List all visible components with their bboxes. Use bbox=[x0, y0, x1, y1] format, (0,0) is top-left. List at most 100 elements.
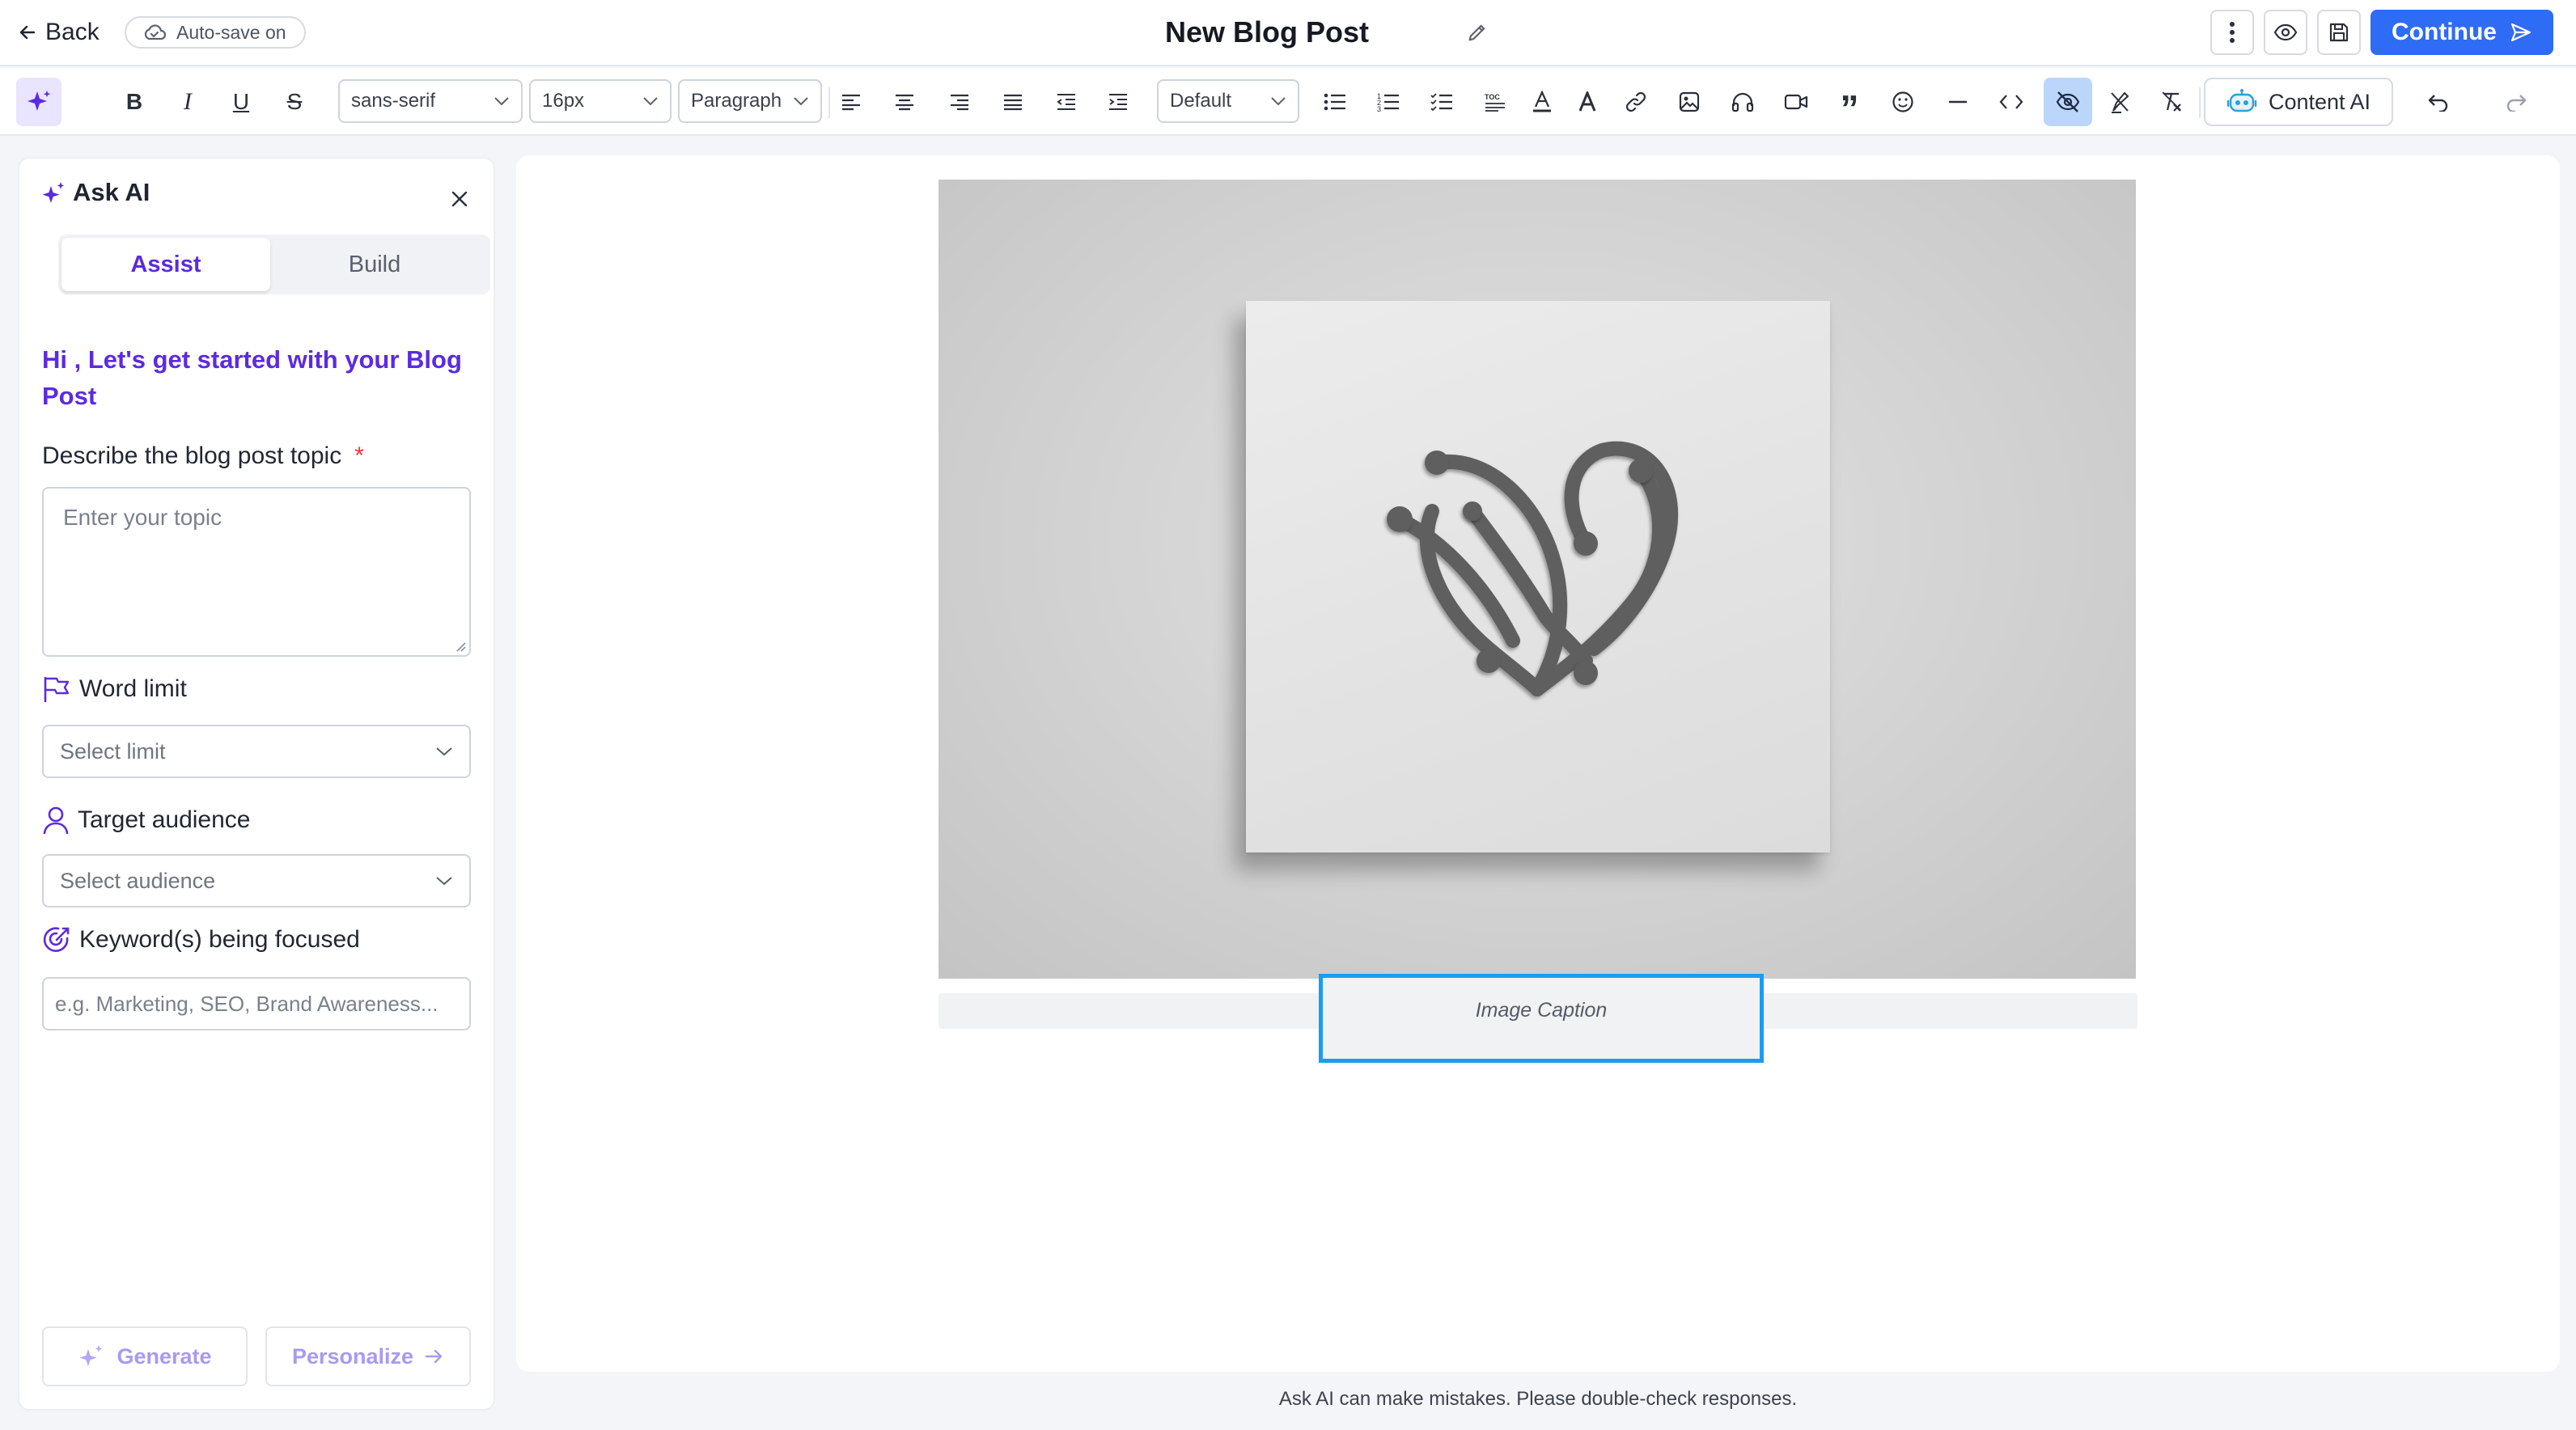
personalize-button[interactable]: Personalize bbox=[265, 1326, 471, 1386]
sparkle-icon bbox=[25, 88, 53, 116]
tab-assist[interactable]: Assist bbox=[61, 238, 270, 291]
close-panel-button[interactable] bbox=[443, 183, 476, 215]
redo-button[interactable] bbox=[2492, 78, 2540, 126]
preview-button[interactable] bbox=[2264, 10, 2307, 55]
resize-handle-icon[interactable] bbox=[455, 641, 466, 652]
continue-button[interactable]: Continue bbox=[2371, 10, 2553, 55]
top-bar: Back Auto-save on New Blog Post Continue bbox=[0, 0, 2576, 66]
underline-button[interactable]: U bbox=[217, 78, 265, 126]
cloud-icon bbox=[142, 23, 167, 41]
required-indicator: * bbox=[354, 442, 364, 469]
continue-label: Continue bbox=[2392, 19, 2497, 45]
keywords-placeholder: e.g. Marketing, SEO, Brand Awareness... bbox=[55, 991, 439, 1016]
keywords-label: Keyword(s) being focused bbox=[42, 924, 360, 956]
font-size-select[interactable]: 16px bbox=[529, 79, 672, 123]
user-icon bbox=[42, 806, 70, 835]
blockquote-button[interactable]: ” bbox=[1825, 78, 1874, 127]
clear-text-format-icon bbox=[2160, 91, 2183, 113]
table-of-contents-button[interactable]: TOC bbox=[1471, 78, 1519, 126]
topic-textarea[interactable]: Enter your topic bbox=[42, 487, 471, 657]
eraser-pen-icon bbox=[2108, 90, 2131, 114]
content-ai-button[interactable]: Content AI bbox=[2204, 78, 2393, 126]
target-icon bbox=[42, 925, 71, 954]
emoji-button[interactable] bbox=[1879, 78, 1927, 126]
align-center-button[interactable] bbox=[880, 78, 929, 126]
video-camera-icon bbox=[1784, 93, 1808, 111]
code-icon bbox=[1999, 93, 2023, 111]
numbered-list-button[interactable]: 123 bbox=[1364, 78, 1413, 126]
logo-mockup-card bbox=[1246, 301, 1830, 852]
italic-button[interactable]: I bbox=[163, 78, 212, 126]
flag-icon bbox=[42, 675, 71, 703]
strikethrough-button[interactable]: S bbox=[270, 78, 319, 126]
highlight-color-button[interactable] bbox=[1563, 78, 1612, 126]
keywords-label-text: Keyword(s) being focused bbox=[79, 926, 360, 953]
block-type-value: Paragraph bbox=[691, 90, 782, 112]
text-color-icon bbox=[1532, 91, 1552, 113]
align-center-icon bbox=[894, 93, 915, 111]
hide-content-button[interactable] bbox=[2044, 78, 2092, 126]
align-justify-button[interactable] bbox=[989, 78, 1037, 126]
kebab-menu-icon bbox=[2229, 21, 2235, 44]
chevron-down-icon bbox=[435, 876, 453, 886]
autosave-label: Auto-save on bbox=[176, 21, 286, 43]
align-right-button[interactable] bbox=[935, 78, 984, 126]
font-family-select[interactable]: sans-serif bbox=[338, 79, 523, 123]
align-justify-icon bbox=[1002, 93, 1023, 111]
block-type-select[interactable]: Paragraph bbox=[678, 79, 822, 123]
generate-label: Generate bbox=[117, 1343, 212, 1369]
insert-audio-button[interactable] bbox=[1718, 78, 1767, 126]
clear-formatting-button[interactable] bbox=[2095, 78, 2144, 126]
text-highlight-icon bbox=[1578, 91, 1597, 112]
link-button[interactable] bbox=[1612, 78, 1660, 126]
tab-build[interactable]: Build bbox=[270, 238, 479, 291]
word-limit-select[interactable]: Select limit bbox=[42, 725, 471, 778]
ai-sparkle-button[interactable] bbox=[16, 78, 61, 126]
chevron-down-icon bbox=[494, 96, 510, 106]
image-caption-input[interactable]: Image Caption bbox=[1319, 974, 1764, 1063]
insert-video-button[interactable] bbox=[1772, 78, 1820, 126]
horizontal-rule-button[interactable] bbox=[1934, 78, 1982, 126]
bullet-list-button[interactable] bbox=[1311, 78, 1359, 126]
heart-logo-icon bbox=[1387, 441, 1679, 696]
outdent-button[interactable] bbox=[1042, 78, 1091, 126]
topic-label: Describe the blog post topic * bbox=[42, 440, 364, 472]
target-audience-select[interactable]: Select audience bbox=[42, 854, 471, 908]
more-options-button[interactable] bbox=[2210, 10, 2254, 55]
code-button[interactable] bbox=[1987, 78, 2036, 126]
robot-icon bbox=[2226, 88, 2257, 116]
panel-title: Ask AI bbox=[73, 178, 150, 206]
send-icon bbox=[2510, 22, 2532, 43]
keywords-input[interactable]: e.g. Marketing, SEO, Brand Awareness... bbox=[42, 977, 471, 1030]
close-icon bbox=[451, 190, 468, 208]
align-left-button[interactable] bbox=[827, 78, 875, 126]
blog-image[interactable] bbox=[938, 180, 2136, 979]
align-right-icon bbox=[949, 93, 970, 111]
checklist-button[interactable] bbox=[1417, 78, 1466, 126]
pencil-icon[interactable] bbox=[1463, 18, 1492, 47]
indent-icon bbox=[1108, 92, 1129, 112]
generate-button[interactable]: Generate bbox=[42, 1326, 248, 1386]
document-title[interactable]: New Blog Post bbox=[1165, 13, 1432, 52]
horizontal-line-icon bbox=[1948, 100, 1968, 104]
ai-disclaimer: Ask AI can make mistakes. Please double-… bbox=[1278, 1388, 1798, 1410]
smiley-icon bbox=[1892, 91, 1914, 113]
sparkle-icon bbox=[78, 1343, 105, 1369]
remove-format-button[interactable] bbox=[2147, 78, 2196, 126]
undo-button[interactable] bbox=[2414, 78, 2463, 126]
save-button[interactable] bbox=[2317, 10, 2361, 55]
back-button[interactable]: Back bbox=[18, 15, 100, 50]
style-preset-select[interactable]: Default bbox=[1157, 79, 1299, 123]
bold-button[interactable]: B bbox=[110, 78, 159, 126]
floppy-disk-icon bbox=[2328, 22, 2349, 43]
chevron-down-icon bbox=[642, 96, 659, 106]
autosave-badge[interactable]: Auto-save on bbox=[125, 16, 306, 49]
indent-button[interactable] bbox=[1094, 78, 1142, 126]
personalize-label: Personalize bbox=[291, 1343, 414, 1369]
insert-image-button[interactable] bbox=[1665, 78, 1714, 126]
topic-label-text: Describe the blog post topic bbox=[42, 442, 342, 469]
panel-header: Ask AI bbox=[40, 175, 150, 210]
eye-off-icon bbox=[2055, 91, 2081, 113]
topic-placeholder: Enter your topic bbox=[63, 505, 222, 530]
text-color-button[interactable] bbox=[1518, 78, 1566, 126]
